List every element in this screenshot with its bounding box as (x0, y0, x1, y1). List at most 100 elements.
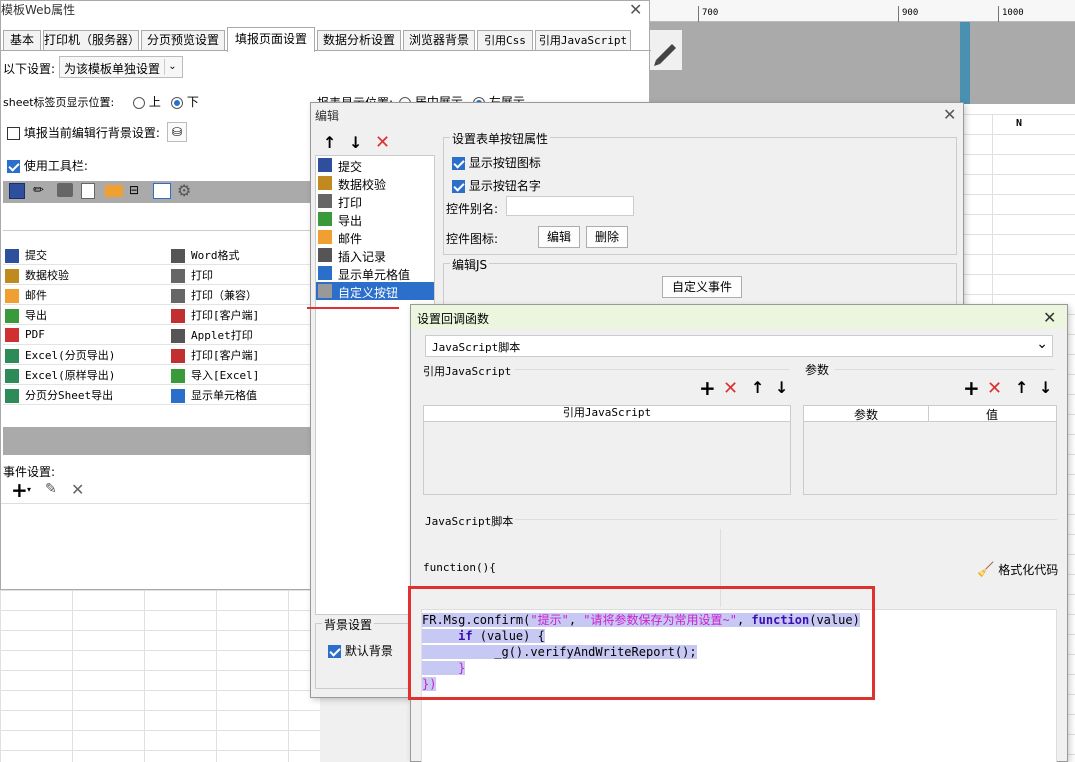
callback-title-bar: 设置回调函数 ✕ (411, 305, 1067, 329)
tab-page-preview[interactable]: 分页预览设置 (141, 30, 225, 51)
export-icon[interactable] (81, 183, 95, 199)
move-down-icon[interactable]: ↓ (349, 135, 362, 151)
list-item[interactable]: 显示单元格值 (316, 264, 434, 282)
alias-label: 控件别名: (446, 202, 499, 216)
delete-icon-button[interactable]: 删除 (586, 226, 628, 248)
toolbar-button-1[interactable]: 数据校验 (5, 267, 69, 283)
save-icon[interactable] (9, 183, 25, 199)
tab-basic[interactable]: 基本 (3, 30, 41, 51)
pencil-icon[interactable] (648, 30, 682, 70)
gear-icon[interactable]: ⚙ (177, 181, 191, 200)
list-item[interactable]: 打印 (316, 192, 434, 210)
toolbar-button-2[interactable]: 邮件 (5, 287, 47, 303)
paint-bucket-icon[interactable]: ⛁ (167, 122, 187, 142)
alias-input[interactable] (506, 196, 634, 216)
add-ref-icon[interactable]: + (699, 378, 716, 398)
radio-sheet-down[interactable]: 下 (171, 93, 199, 110)
delete-icon[interactable]: ✕ (375, 134, 390, 152)
move-down-ref-icon[interactable]: ↓ (775, 380, 788, 396)
tab-ref-js[interactable]: 引用JavaScript (535, 30, 631, 51)
list-item: 分页分Sheet导出 显示单元格值 (3, 385, 313, 405)
move-down-param-icon[interactable]: ↓ (1039, 380, 1052, 396)
toolbar-button-alt-4[interactable]: Applet打印 (171, 327, 253, 343)
dropdown-caret-icon[interactable]: ▾ (27, 485, 31, 494)
edit-icon-button[interactable]: 编辑 (538, 226, 580, 248)
form-button-props-group: 设置表单按钮属性 显示按钮图标 显示按钮名字 控件别名: 控件图标: 编辑 删除 (443, 130, 957, 255)
toolbar-button-3[interactable]: 导出 (5, 307, 47, 323)
mail-icon[interactable] (105, 185, 123, 197)
chevron-down-icon: ⌄ (1036, 336, 1048, 352)
tab-printer[interactable]: 打印机（服务器） (43, 30, 140, 51)
sheet-pos-label: sheet标签页显示位置: (3, 96, 115, 109)
tab-fill-page[interactable]: 填报页面设置 (227, 27, 315, 52)
export-icon (5, 308, 19, 323)
insert-record-icon[interactable]: ⊟ (129, 183, 139, 197)
icon-label: 控件图标: (446, 232, 499, 246)
setting-select[interactable]: 为该模板单独设置 ⌄ (59, 56, 183, 78)
format-code-button[interactable]: 🧹 格式化代码 (977, 561, 1058, 578)
toolbar-empty-row (3, 203, 313, 231)
tab-ref-css[interactable]: 引用Css (477, 30, 533, 51)
toolbar-button-alt-7[interactable]: 显示单元格值 (171, 387, 257, 403)
add-param-icon[interactable]: + (963, 378, 980, 398)
bg-setting-checkbox[interactable]: 填报当前编辑行背景设置: (7, 124, 160, 141)
edit-event-icon[interactable]: ✎ (45, 481, 57, 497)
list-item[interactable]: 邮件 (316, 228, 434, 246)
print-icon[interactable] (57, 183, 73, 197)
edit-js-group: 编辑JS 自定义事件 (443, 256, 957, 309)
canvas-top-area (648, 22, 1075, 104)
cell-value-icon[interactable] (153, 183, 171, 199)
ruler-label: 700 (702, 8, 719, 18)
toolbar-button-alt-3[interactable]: 打印[客户端] (171, 307, 259, 323)
ref-js-label: 引用JavaScript (423, 365, 512, 378)
toolbar-button-alt-1[interactable]: 打印 (171, 267, 213, 283)
list-item[interactable]: 数据校验 (316, 174, 434, 192)
delete-param-icon[interactable]: ✕ (987, 380, 1002, 398)
dialog-title: 模板Web属性 (1, 3, 76, 17)
toolbar-button-6[interactable]: Excel(原样导出) (5, 367, 115, 383)
toolbar-button-0[interactable]: 提交 (5, 247, 47, 263)
move-up-param-icon[interactable]: ↑ (1015, 380, 1028, 396)
list-item: 提交 Word格式 (3, 245, 313, 265)
check-pen-icon[interactable]: ✏ (33, 183, 44, 198)
save-icon (5, 248, 19, 263)
toolbar-preview: ✏ ⊟ ⚙ (3, 181, 313, 203)
delete-event-icon[interactable]: ✕ (71, 480, 84, 499)
show-icon-checkbox[interactable]: 显示按钮图标 (452, 154, 541, 171)
list-item[interactable]: 导出 (316, 210, 434, 228)
close-icon[interactable]: ✕ (1043, 308, 1056, 327)
toolbar-button-alt-6[interactable]: 导入[Excel] (171, 367, 259, 383)
print-client-icon (171, 308, 185, 323)
callback-type-select[interactable]: JavaScript脚本 ⌄ (425, 335, 1053, 357)
tab-browser-bg[interactable]: 浏览器背景 (403, 30, 475, 51)
toolbar-button-5[interactable]: Excel(分页导出) (5, 347, 115, 363)
toolbar-button-alt-2[interactable]: 打印（兼容） (171, 287, 257, 303)
excel-icon (5, 348, 19, 363)
tab-data-analysis[interactable]: 数据分析设置 (317, 30, 401, 51)
toolbar-button-4[interactable]: PDF (5, 327, 45, 342)
cell-value-icon (171, 388, 185, 403)
close-icon[interactable]: ✕ (943, 105, 956, 124)
toolbar-button-alt-5[interactable]: 打印[客户端] (171, 347, 259, 363)
add-event-icon[interactable]: + (11, 480, 28, 500)
show-name-checkbox[interactable]: 显示按钮名字 (452, 177, 541, 194)
bg-settings-group: 背景设置 默认背景 (315, 616, 411, 689)
list-item[interactable]: 自定义按钮 (316, 282, 434, 300)
close-icon[interactable]: ✕ (629, 0, 642, 19)
list-item[interactable]: 插入记录 (316, 246, 434, 264)
delete-ref-icon[interactable]: ✕ (723, 380, 738, 398)
toolbar-button-alt-0[interactable]: Word格式 (171, 247, 240, 263)
use-toolbar-checkbox[interactable]: 使用工具栏: (7, 157, 88, 174)
toolbar-button-7[interactable]: 分页分Sheet导出 (5, 387, 113, 403)
save-icon (318, 158, 332, 172)
move-up-icon[interactable]: ↑ (323, 135, 336, 151)
custom-event-button[interactable]: 自定义事件 (662, 276, 742, 298)
list-item[interactable]: 提交 (316, 156, 434, 174)
applet-print-icon (171, 328, 185, 343)
default-bg-checkbox[interactable]: 默认背景 (328, 642, 393, 659)
move-up-ref-icon[interactable]: ↑ (751, 380, 764, 396)
print-client-icon (171, 348, 185, 363)
check-pen-icon (318, 176, 332, 190)
function-head: function(){ (423, 561, 496, 574)
radio-sheet-up[interactable]: 上 (133, 93, 161, 110)
